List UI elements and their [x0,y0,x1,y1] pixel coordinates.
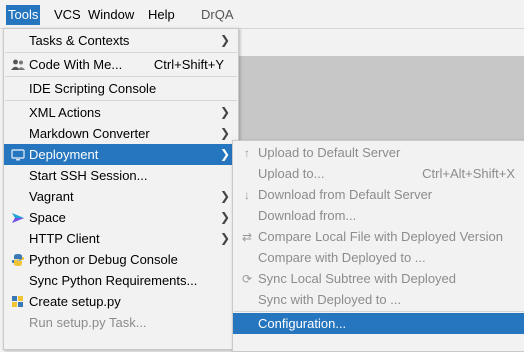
menu-item-space[interactable]: Space ❯ [4,207,238,228]
menu-item-create-setup-py[interactable]: Create setup.py [4,291,238,312]
chevron-right-icon: ❯ [219,231,230,245]
menu-item-label: Compare Local File with Deployed Version [258,229,503,244]
menu-item-label: Start SSH Session... [29,168,148,183]
shortcut-label: Ctrl+Alt+Shift+X [422,166,515,181]
menu-item-sync-local-subtree: ⟳ Sync Local Subtree with Deployed [233,268,524,289]
menu-item-label: Sync with Deployed to ... [258,292,402,307]
menu-item-ide-scripting-console[interactable]: IDE Scripting Console [4,78,238,99]
menu-item-label: Code With Me... [29,57,123,72]
chevron-right-icon: ❯ [219,210,230,224]
menu-item-download-default-server: ↓ Download from Default Server [233,184,524,205]
menu-item-label: Download from Default Server [258,187,433,202]
menu-item-label: Compare with Deployed to ... [258,250,426,265]
tools-menu: Tasks & Contexts ❯ Code With Me... Ctrl+… [3,28,239,350]
menu-item-label: Sync Python Requirements... [29,273,198,288]
separator [5,100,237,101]
menu-item-sync-with-deployed: Sync with Deployed to ... [233,289,524,310]
chevron-right-icon: ❯ [219,33,230,47]
deployment-icon [10,147,26,163]
separator [5,76,237,77]
menu-item-download-from: Download from... [233,205,524,226]
menu-item-label: Configuration... [258,316,347,331]
menu-item-label: Download from... [258,208,357,223]
menu-item-tasks-contexts[interactable]: Tasks & Contexts ❯ [4,30,238,51]
menu-help[interactable]: Help [146,5,177,25]
deployment-submenu: ↑ Upload to Default Server Upload to... … [232,140,524,352]
menu-item-sync-python-requirements[interactable]: Sync Python Requirements... [4,270,238,291]
menu-item-label: HTTP Client [29,231,100,246]
python-icon [10,252,26,268]
menu-tools[interactable]: Tools [6,5,41,25]
menu-item-compare-with-deployed: Compare with Deployed to ... [233,247,524,268]
chevron-right-icon: ❯ [219,147,230,161]
editor-background [230,56,524,140]
download-icon: ↓ [244,187,250,202]
upload-icon: ↑ [244,145,250,160]
users-icon [10,57,26,73]
menu-item-configuration[interactable]: Configuration... [233,313,524,334]
menu-item-label: Sync Local Subtree with Deployed [258,271,457,286]
menu-item-http-client[interactable]: HTTP Client ❯ [4,228,238,249]
menu-item-label: Vagrant [29,189,74,204]
menu-item-label: Deployment [29,147,99,162]
menu-item-markdown-converter[interactable]: Markdown Converter ❯ [4,123,238,144]
menu-item-code-with-me[interactable]: Code With Me... Ctrl+Shift+Y [4,54,238,75]
menu-item-run-setup-py-task: Run setup.py Task... [4,312,238,333]
menu-item-compare-local-file: ⇄ Compare Local File with Deployed Versi… [233,226,524,247]
menu-item-label: Run setup.py Task... [29,315,147,330]
shortcut-label: Ctrl+Shift+Y [153,57,224,72]
chevron-right-icon: ❯ [219,126,230,140]
menu-item-vagrant[interactable]: Vagrant ❯ [4,186,238,207]
chevron-right-icon: ❯ [219,105,230,119]
chevron-right-icon: ❯ [219,189,230,203]
menu-item-upload-to: Upload to... Ctrl+Alt+Shift+X [233,163,524,184]
package-icon [10,294,26,310]
menu-item-deployment[interactable]: Deployment ❯ [4,144,238,165]
menu-item-label: Create setup.py [29,294,121,309]
menu-item-label: Upload to Default Server [258,145,401,160]
menu-item-label: Space [29,210,66,225]
project-name: DrQA [201,7,234,22]
menu-item-label: Python or Debug Console [29,252,178,267]
menu-item-xml-actions[interactable]: XML Actions ❯ [4,102,238,123]
sync-icon: ⟳ [241,271,253,286]
menu-window[interactable]: Window [86,5,136,25]
menu-bar: Tools VCS Window Help DrQA [0,0,524,29]
menu-item-start-ssh-session[interactable]: Start SSH Session... [4,165,238,186]
menu-item-label: Markdown Converter [29,126,150,141]
separator [5,52,237,53]
menu-item-python-console[interactable]: Python or Debug Console [4,249,238,270]
menu-item-label: Tasks & Contexts [29,33,130,48]
compare-icon: ⇄ [241,229,253,244]
separator [234,311,524,312]
menu-item-upload-default-server: ↑ Upload to Default Server [233,142,524,163]
menu-item-label: Upload to... [258,166,325,181]
menu-item-label: IDE Scripting Console [29,81,157,96]
space-icon [10,210,26,226]
menu-item-label: XML Actions [29,105,101,120]
menu-vcs[interactable]: VCS [52,5,83,25]
